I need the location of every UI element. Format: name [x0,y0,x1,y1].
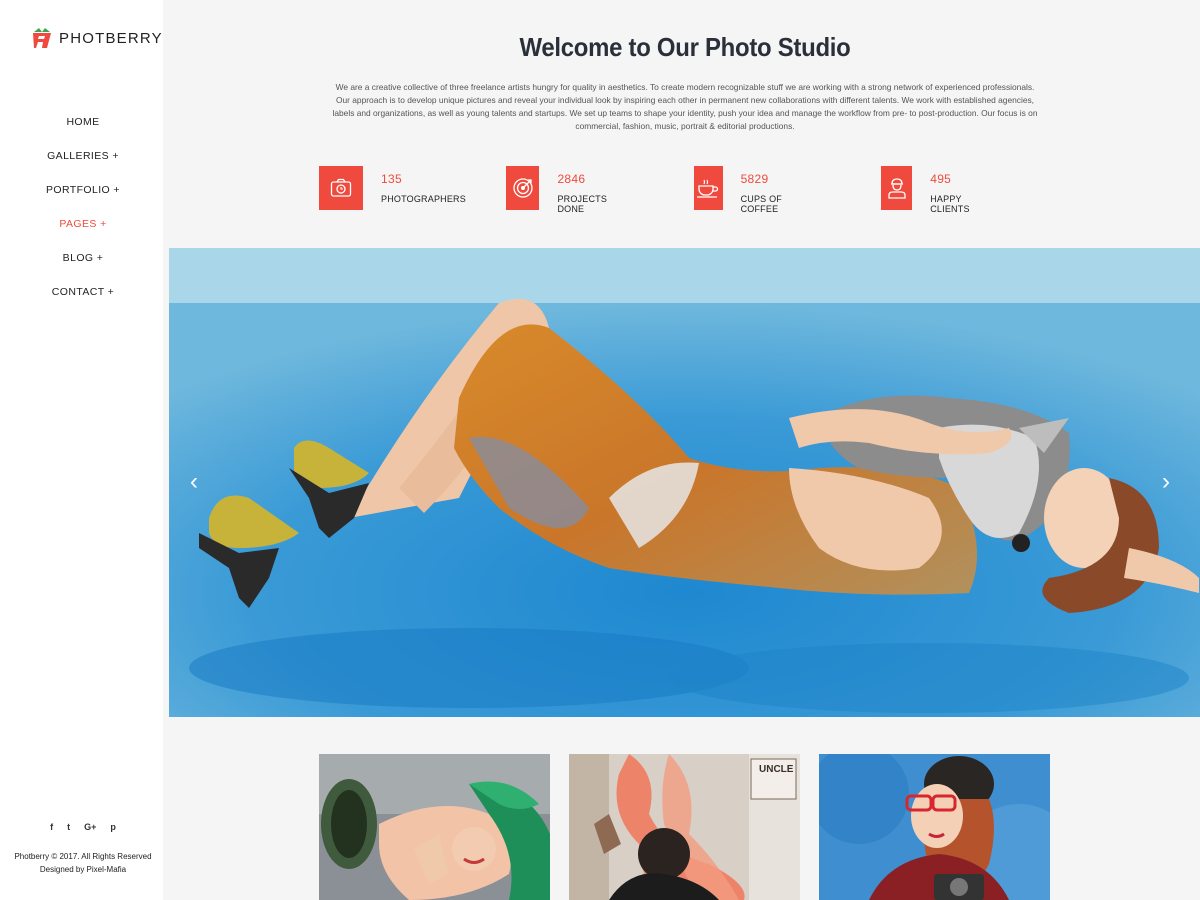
nav-item-pages[interactable]: PAGES + [0,207,166,241]
sidebar: PHOTBERRY HOME GALLERIES + PORTFOLIO + P… [0,0,163,900]
camera-icon [319,166,363,210]
copyright-text: Photberry © 2017. All Rights Reserved [14,852,152,861]
stat-projects: 2846 PROJECTS DONE [506,166,618,214]
nav-item-galleries[interactable]: GALLERIES + [0,139,166,173]
stat-value: 135 [381,172,402,186]
sign-text: UNCLE [759,764,794,775]
stat-value: 5829 [740,172,769,186]
intro-paragraph: We are a creative collective of three fr… [332,82,1038,131]
google-plus-icon[interactable]: G+ [84,822,96,832]
stat-photographers: 135 PHOTOGRAPHERS [319,166,466,210]
nav-item-home[interactable]: HOME [0,105,166,139]
designed-by-text: Designed by Pixel-Mafia [39,865,127,874]
brand-name: PHOTBERRY [59,29,163,47]
stat-label: PROJECTS DONE [557,194,608,214]
hero-slider[interactable] [169,248,1200,717]
footer-text: Photberry © 2017. All Rights Reserved De… [0,850,166,876]
stat-label: HAPPY CLIENTS [930,194,970,214]
stat-value: 2846 [557,172,586,186]
stat-value: 495 [930,172,952,186]
coffee-cup-icon [694,166,723,210]
gallery-thumb-1[interactable] [319,754,550,900]
page-title: Welcome to Our Photo Studio [519,32,851,62]
gallery-thumb-2[interactable]: UNCLE [569,754,800,900]
nav-item-portfolio[interactable]: PORTFOLIO + [0,173,166,207]
main-nav: HOME GALLERIES + PORTFOLIO + PAGES + BLO… [0,105,166,309]
slider-next-arrow[interactable]: › [1162,470,1170,494]
nav-item-contact[interactable]: CONTACT + [0,275,166,309]
stat-label: CUPS OF COFFEE [740,194,782,214]
gallery-image: UNCLE [569,754,800,900]
client-icon [881,166,913,210]
pinterest-icon[interactable]: p [110,822,116,832]
stat-coffee: 5829 CUPS OF COFFEE [694,166,794,214]
facebook-icon[interactable]: f [50,822,53,832]
stat-clients: 495 HAPPY CLIENTS [881,166,982,214]
gallery-thumb-3[interactable] [819,754,1050,900]
stat-label: PHOTOGRAPHERS [381,194,466,204]
brand-logo[interactable]: PHOTBERRY [31,27,163,49]
hero-image [169,248,1200,717]
slider-prev-arrow[interactable]: ‹ [190,470,198,494]
social-links: f t G+ p [0,822,166,832]
gallery-image [819,754,1050,900]
target-icon [506,166,540,210]
gallery-image [319,754,550,900]
twitter-icon[interactable]: t [67,822,70,832]
photberry-logo-icon [33,28,51,48]
nav-item-blog[interactable]: BLOG + [0,241,166,275]
